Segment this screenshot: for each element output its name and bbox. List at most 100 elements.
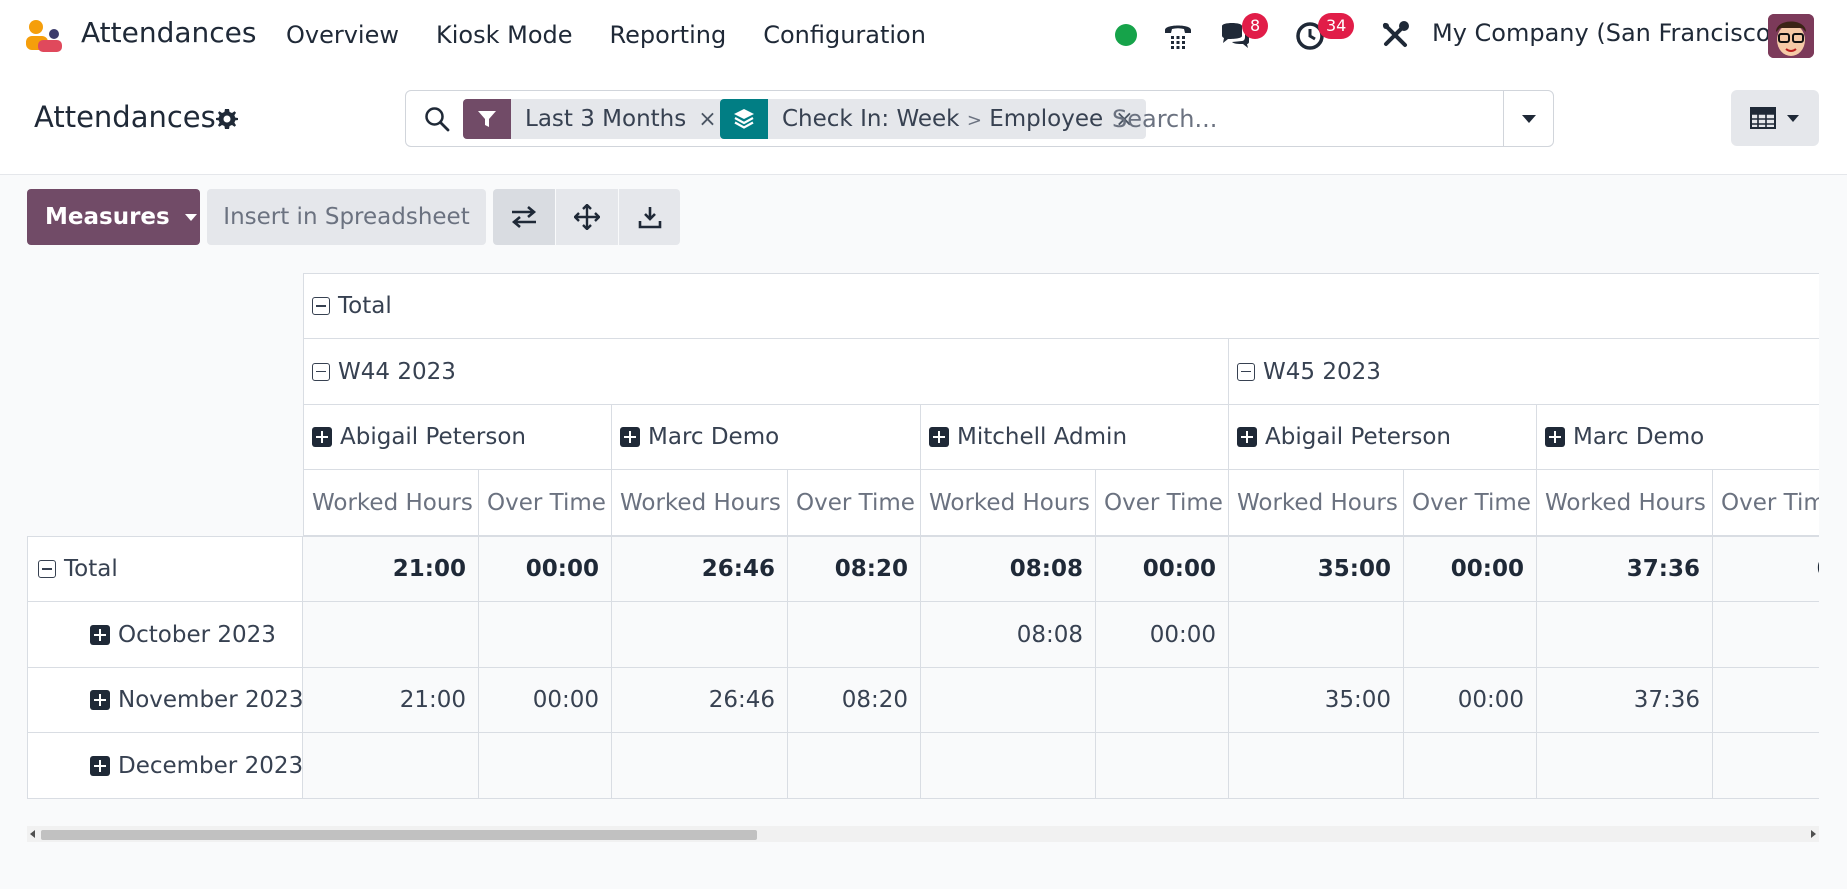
measure-header[interactable]: Over Time [479, 470, 612, 536]
week-label: W45 2023 [1263, 358, 1381, 385]
pivot-value-cell[interactable] [788, 733, 921, 799]
pivot-value-cell[interactable]: 35:00 [1229, 536, 1404, 602]
pivot-col-header-week[interactable]: W45 2023 [1229, 339, 1819, 405]
pivot-value-cell[interactable]: 21:00 [303, 536, 479, 602]
measures-button[interactable]: Measures [27, 189, 200, 245]
pivot-value-cell[interactable]: 21:00 [303, 668, 479, 733]
attendances-app-icon[interactable] [24, 18, 64, 54]
measure-header[interactable]: Worked Hours [612, 470, 788, 536]
pivot-row-header-month[interactable]: December 2023 [27, 733, 303, 799]
pivot-value-cell[interactable] [479, 602, 612, 668]
col-total-label: Total [338, 293, 392, 319]
pivot-value-cell[interactable] [921, 668, 1096, 733]
pivot-row-header-total[interactable]: Total [27, 536, 303, 602]
groupby-facet[interactable]: Check In: Week > Employee × [720, 99, 1146, 139]
pivot-col-header-employee[interactable]: Marc Demo [612, 405, 921, 470]
gear-icon[interactable] [215, 107, 239, 131]
scrollbar-thumb[interactable] [41, 830, 757, 840]
download-icon [638, 207, 661, 229]
download-button[interactable] [619, 189, 680, 245]
pivot-col-header-employee[interactable]: Abigail Peterson [1229, 405, 1537, 470]
pivot-value-cell[interactable]: 37:36 [1537, 536, 1713, 602]
app-name[interactable]: Attendances [81, 16, 256, 49]
scroll-left-arrow-icon[interactable] [30, 830, 35, 838]
pivot-value-cell[interactable] [921, 733, 1096, 799]
measure-header[interactable]: Worked Hours [303, 470, 479, 536]
collapse-icon [38, 560, 56, 578]
pivot-value-cell[interactable] [479, 733, 612, 799]
pivot-col-header-week[interactable]: W44 2023 [303, 339, 1229, 405]
measure-header[interactable]: Worked Hours [1537, 470, 1713, 536]
pivot-col-header-employee[interactable]: Abigail Peterson [303, 405, 612, 470]
pivot-value-cell[interactable] [1713, 602, 1819, 668]
pivot-value-cell[interactable]: 00:00 [1404, 536, 1537, 602]
pivot-col-header-employee[interactable]: Mitchell Admin [921, 405, 1229, 470]
pivot-value-cell[interactable] [1229, 733, 1404, 799]
pivot-value-cell[interactable]: 00:00 [1096, 602, 1229, 668]
search-icon[interactable] [423, 105, 451, 133]
debug-tools-icon[interactable] [1378, 18, 1412, 52]
pivot-value-cell[interactable]: 00:00 [479, 536, 612, 602]
pivot-col-header-total[interactable]: Total [303, 273, 1819, 339]
pivot-row-header-month[interactable]: November 2023 [27, 668, 303, 733]
pivot-value-cell[interactable]: 00:00 [479, 668, 612, 733]
pivot-value-cell[interactable]: 04:40 [1713, 668, 1819, 733]
pivot-value-cell[interactable] [1229, 602, 1404, 668]
pivot-value-cell[interactable]: 00:00 [1096, 536, 1229, 602]
pivot-value-cell[interactable]: 26:46 [612, 536, 788, 602]
search-input[interactable] [1112, 101, 1492, 137]
pivot-col-header-employee[interactable]: Marc Demo [1537, 405, 1819, 470]
pivot-value-cell[interactable] [612, 602, 788, 668]
groupby-first: Check In: Week [782, 106, 960, 132]
search-options-toggle[interactable] [1503, 91, 1553, 146]
pivot-value-cell[interactable]: 04:40 [1713, 536, 1819, 602]
pivot-value-cell[interactable]: 00:00 [1404, 668, 1537, 733]
pivot-value-cell[interactable] [788, 602, 921, 668]
pivot-value-cell[interactable] [1404, 602, 1537, 668]
pivot-value-cell[interactable] [1404, 733, 1537, 799]
pivot-value-cell[interactable]: 08:20 [788, 668, 921, 733]
pivot-value-cell[interactable] [1537, 602, 1713, 668]
pivot-value-cell[interactable] [612, 733, 788, 799]
pivot-value-cell[interactable] [1096, 733, 1229, 799]
expand-icon [90, 690, 110, 710]
pivot-value-cell[interactable] [1096, 668, 1229, 733]
flip-axis-button[interactable] [493, 189, 555, 245]
view-switcher[interactable] [1731, 90, 1819, 146]
caret-down-icon [1521, 114, 1536, 123]
pivot-value-cell[interactable]: 08:08 [921, 536, 1096, 602]
expand-all-button[interactable] [556, 189, 618, 245]
measure-header[interactable]: Worked Hours [921, 470, 1096, 536]
menu-reporting[interactable]: Reporting [610, 18, 727, 52]
pivot-value-cell[interactable]: 08:08 [921, 602, 1096, 668]
measure-header[interactable]: Over Time [1713, 470, 1819, 536]
menu-configuration[interactable]: Configuration [763, 18, 926, 52]
horizontal-scrollbar[interactable] [27, 826, 1819, 842]
user-avatar[interactable] [1768, 14, 1814, 58]
pivot-value-cell[interactable]: 08:20 [788, 536, 921, 602]
pivot-value-cell[interactable] [1713, 733, 1819, 799]
insert-in-spreadsheet-button[interactable]: Insert in Spreadsheet [207, 189, 486, 245]
phone-icon[interactable] [1161, 18, 1195, 52]
pivot-value-cell[interactable] [303, 733, 479, 799]
measure-header[interactable]: Over Time [788, 470, 921, 536]
employee-label: Mitchell Admin [957, 424, 1128, 450]
filter-facet[interactable]: Last 3 Months × [463, 99, 729, 139]
pivot-value-cell[interactable]: 35:00 [1229, 668, 1404, 733]
pivot-value-cell[interactable]: 26:46 [612, 668, 788, 733]
measure-header[interactable]: Worked Hours [1229, 470, 1404, 536]
filter-icon [463, 99, 511, 139]
menu-kiosk-mode[interactable]: Kiosk Mode [436, 18, 573, 52]
pivot-value-cell[interactable] [1537, 733, 1713, 799]
scroll-right-arrow-icon[interactable] [1811, 830, 1816, 838]
measure-header[interactable]: Over Time [1096, 470, 1229, 536]
measure-header[interactable]: Over Time [1404, 470, 1537, 536]
pivot-value-cell[interactable] [303, 602, 479, 668]
company-switcher[interactable]: My Company (San Francisco) [1432, 19, 1780, 47]
pivot-row-header-month[interactable]: October 2023 [27, 602, 303, 668]
week-label: W44 2023 [338, 358, 456, 385]
presence-status-icon[interactable] [1115, 24, 1137, 46]
pivot-value-cell[interactable]: 37:36 [1537, 668, 1713, 733]
pivot-table: Total W44 2023 W45 2023 Abigail Peterson… [27, 273, 1819, 801]
menu-overview[interactable]: Overview [286, 18, 399, 52]
